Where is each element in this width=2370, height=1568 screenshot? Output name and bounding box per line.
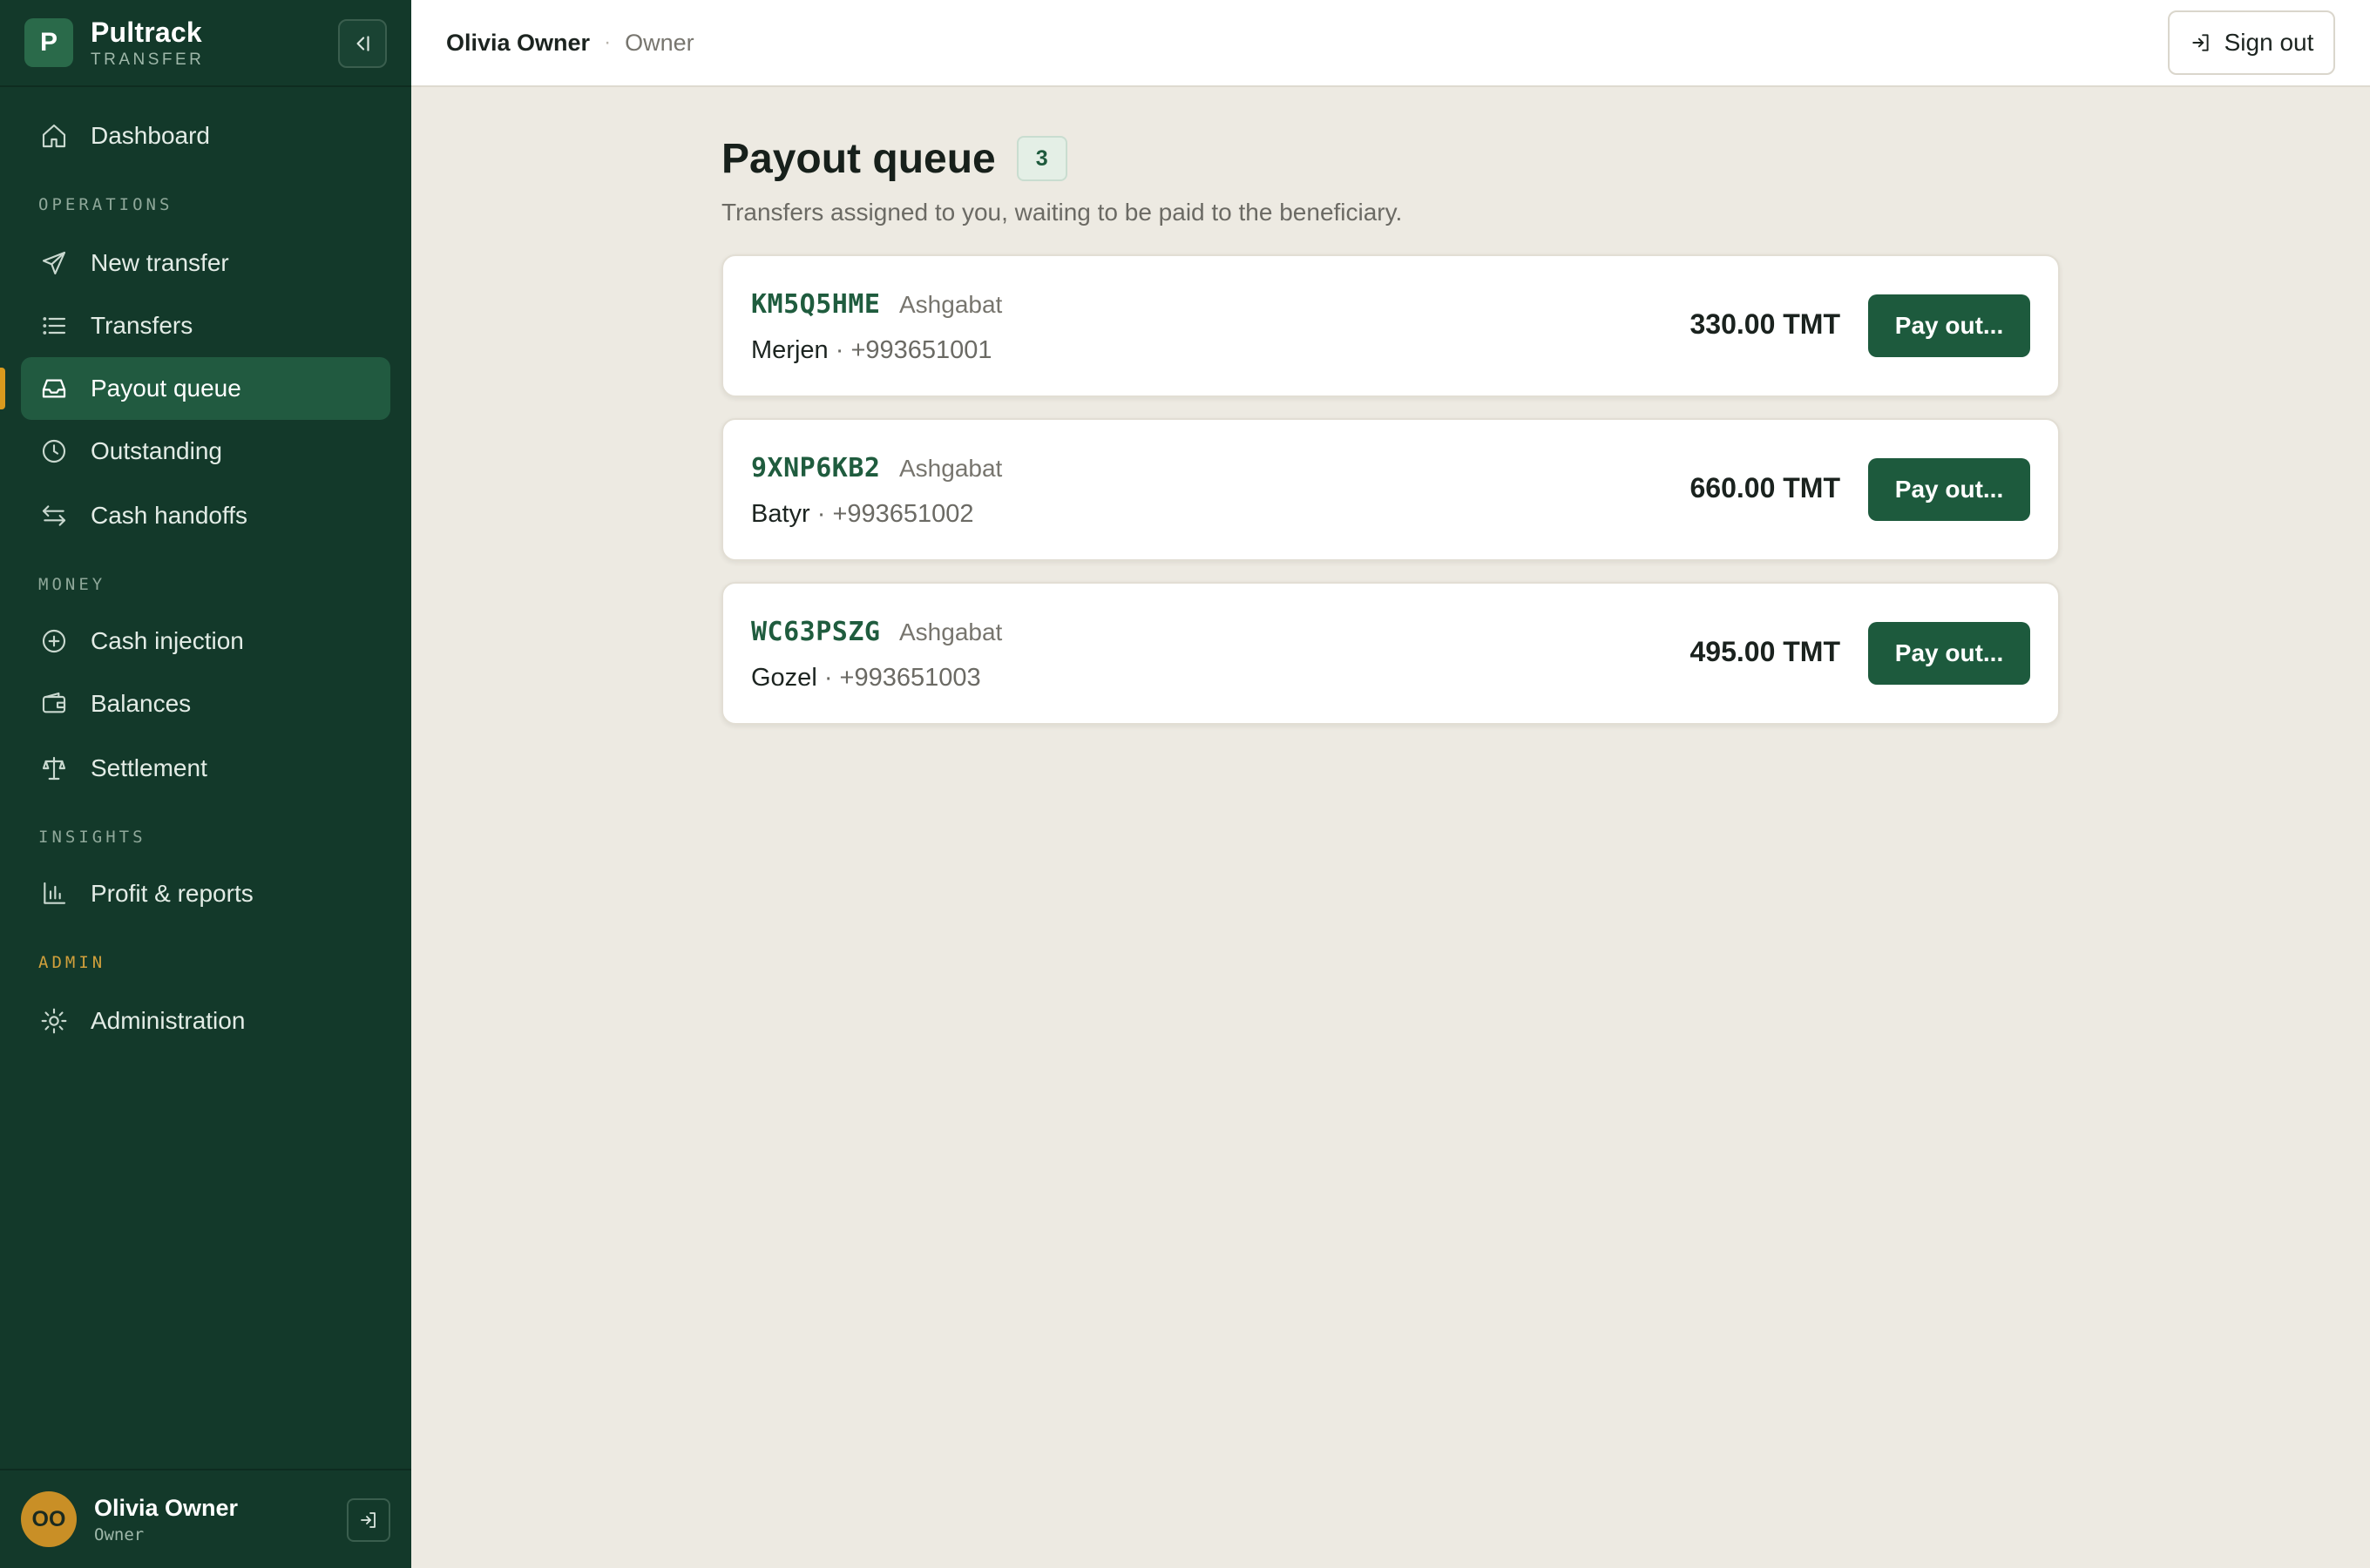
beneficiary-line: Merjen · +993651001 bbox=[751, 336, 992, 364]
transfer-card: 9XNP6KB2 Ashgabat Batyr · +993651002 660… bbox=[721, 418, 2060, 561]
beneficiary-phone: +993651002 bbox=[832, 500, 974, 528]
collapse-left-icon bbox=[356, 36, 369, 51]
sign-out-icon bbox=[361, 1512, 376, 1528]
section-operations: OPERATIONS bbox=[38, 195, 173, 214]
section-money: MONEY bbox=[38, 575, 106, 594]
sidebar-item-profit-reports[interactable]: Profit & reports bbox=[21, 862, 390, 925]
beneficiary-name: Gozel bbox=[751, 664, 817, 692]
sidebar-item-settlement[interactable]: Settlement bbox=[21, 737, 390, 800]
beneficiary-name: Merjen bbox=[751, 336, 829, 364]
brand: P Pultrack TRANSFER bbox=[0, 0, 411, 87]
sidebar-item-label: Administration bbox=[91, 1007, 246, 1034]
sidebar-item-label: Payout queue bbox=[91, 375, 241, 402]
transfer-card: KM5Q5HME Ashgabat Merjen · +993651001 33… bbox=[721, 254, 2060, 397]
sidebar-sign-out-button[interactable] bbox=[347, 1498, 390, 1542]
sidebar-user: OO Olivia Owner Owner bbox=[0, 1469, 411, 1568]
transfer-code: WC63PSZG bbox=[751, 617, 881, 647]
transfer-amount: 660.00 TMT bbox=[1689, 472, 1840, 504]
page-header: Payout queue 3 bbox=[721, 131, 2060, 186]
main-content: Payout queue 3 Transfers assigned to you… bbox=[721, 131, 2060, 725]
beneficiary-phone: +993651001 bbox=[850, 336, 992, 364]
beneficiary-phone: +993651003 bbox=[839, 664, 981, 692]
sign-out-button[interactable]: Sign out bbox=[2168, 10, 2335, 75]
scale-icon bbox=[38, 753, 70, 784]
transfer-card: WC63PSZG Ashgabat Gozel · +993651003 495… bbox=[721, 582, 2060, 725]
page-title: Payout queue bbox=[721, 135, 996, 182]
sidebar-item-label: Balances bbox=[91, 690, 192, 717]
brand-name: Pultrack bbox=[91, 16, 202, 48]
sidebar-item-label: Settlement bbox=[91, 754, 207, 781]
send-icon bbox=[38, 247, 70, 279]
sign-out-label: Sign out bbox=[2224, 29, 2314, 56]
transfer-amount: 495.00 TMT bbox=[1689, 636, 1840, 667]
section-insights: INSIGHTS bbox=[38, 828, 146, 847]
transfer-code: 9XNP6KB2 bbox=[751, 453, 881, 483]
sign-out-icon bbox=[2191, 34, 2209, 51]
sidebar-item-label: Profit & reports bbox=[91, 880, 254, 907]
gear-icon bbox=[38, 1005, 70, 1037]
beneficiary-line: Batyr · +993651002 bbox=[751, 500, 974, 528]
topbar-separator: · bbox=[604, 30, 612, 54]
beneficiary-line: Gozel · +993651003 bbox=[751, 664, 981, 692]
user-name: Olivia Owner bbox=[94, 1494, 239, 1521]
sidebar-item-label: Cash handoffs bbox=[91, 502, 248, 529]
list-icon bbox=[38, 310, 70, 341]
transfer-amount: 330.00 TMT bbox=[1689, 308, 1840, 340]
sidebar-item-dashboard[interactable]: Dashboard bbox=[21, 105, 390, 167]
beneficiary-name: Batyr bbox=[751, 500, 810, 528]
sidebar-item-label: Transfers bbox=[91, 312, 193, 339]
transfer-city: Ashgabat bbox=[899, 455, 1003, 482]
sidebar-item-cash-injection[interactable]: Cash injection bbox=[21, 610, 390, 672]
brand-subtitle: TRANSFER bbox=[91, 50, 205, 69]
collapse-sidebar-button[interactable] bbox=[338, 19, 387, 68]
sidebar-item-label: Outstanding bbox=[91, 437, 222, 464]
section-admin: ADMIN bbox=[38, 953, 106, 972]
sidebar-item-payout-queue[interactable]: Payout queue bbox=[21, 357, 390, 420]
wallet-icon bbox=[38, 688, 70, 720]
brand-logo: P bbox=[24, 18, 73, 67]
swap-arrows-icon bbox=[38, 500, 70, 531]
topbar: Olivia Owner · Owner Sign out bbox=[411, 0, 2370, 87]
pay-out-button[interactable]: Pay out... bbox=[1868, 458, 2030, 521]
sidebar-item-label: Cash injection bbox=[91, 627, 244, 654]
pay-out-button[interactable]: Pay out... bbox=[1868, 622, 2030, 685]
sidebar-item-administration[interactable]: Administration bbox=[21, 990, 390, 1052]
sidebar-item-balances[interactable]: Balances bbox=[21, 672, 390, 735]
home-icon bbox=[38, 120, 70, 152]
count-badge: 3 bbox=[1016, 136, 1067, 181]
topbar-user-name: Olivia Owner bbox=[446, 29, 591, 56]
sidebar-item-cash-handoffs[interactable]: Cash handoffs bbox=[21, 484, 390, 547]
sidebar-item-new-transfer[interactable]: New transfer bbox=[21, 232, 390, 294]
sidebar-item-outstanding[interactable]: Outstanding bbox=[21, 420, 390, 483]
inbox-icon bbox=[38, 373, 70, 404]
sidebar-item-transfers[interactable]: Transfers bbox=[21, 294, 390, 357]
transfer-city: Ashgabat bbox=[899, 618, 1003, 645]
sidebar-item-label: Dashboard bbox=[91, 122, 210, 149]
avatar: OO bbox=[21, 1491, 77, 1547]
pay-out-button[interactable]: Pay out... bbox=[1868, 294, 2030, 357]
bar-chart-icon bbox=[38, 878, 70, 909]
transfer-code: KM5Q5HME bbox=[751, 289, 881, 320]
user-role: Owner bbox=[94, 1524, 145, 1544]
page-subtitle: Transfers assigned to you, waiting to be… bbox=[721, 199, 1403, 226]
plus-circle-icon bbox=[38, 625, 70, 657]
topbar-user-role: Owner bbox=[625, 29, 694, 56]
sidebar-item-label: New transfer bbox=[91, 249, 229, 276]
transfer-city: Ashgabat bbox=[899, 291, 1003, 318]
active-indicator bbox=[0, 368, 5, 409]
sidebar: P Pultrack TRANSFER Dashboard OPERATIONS… bbox=[0, 0, 411, 1568]
clock-icon bbox=[38, 436, 70, 467]
